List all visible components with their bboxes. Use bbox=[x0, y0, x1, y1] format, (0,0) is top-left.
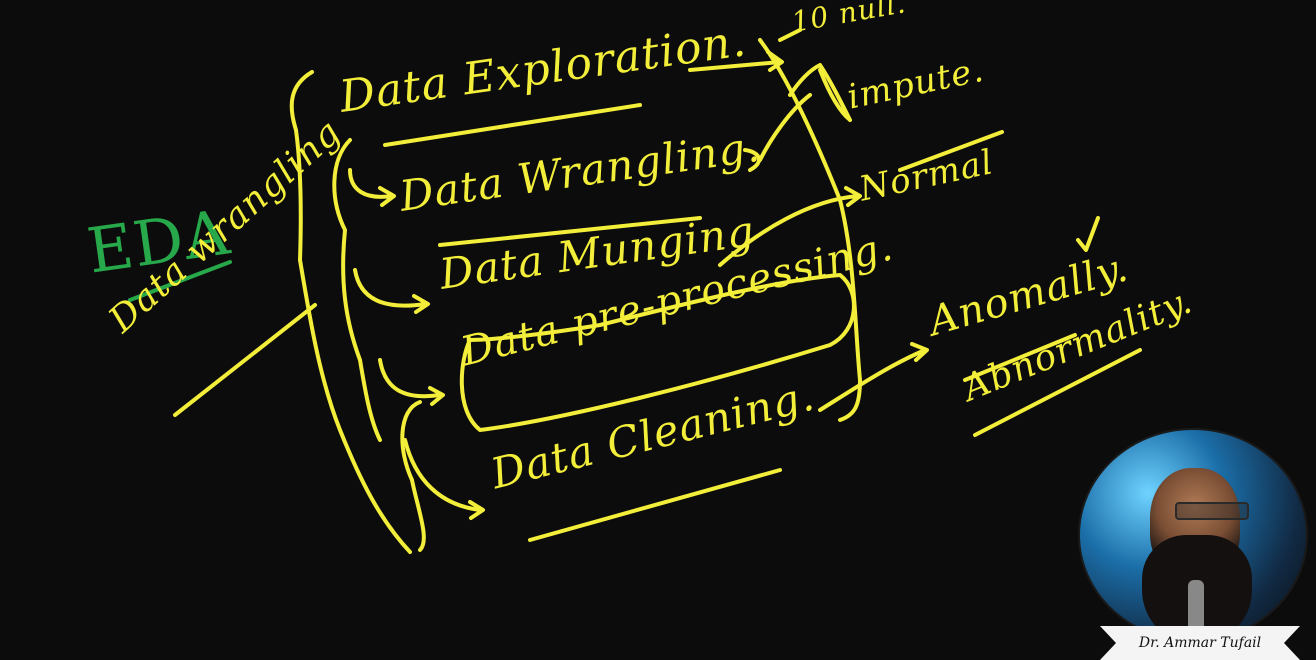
arrow-to-wrangling bbox=[348, 168, 396, 207]
arrow-to-preprocessing bbox=[378, 358, 445, 406]
check-mark bbox=[1076, 216, 1100, 252]
arrow-to-munging bbox=[353, 268, 430, 314]
inner-bracket bbox=[332, 138, 382, 442]
presenter-glasses bbox=[1175, 502, 1249, 520]
root-underline bbox=[173, 303, 317, 417]
arrow-to-anomally bbox=[818, 342, 929, 412]
presenter-name: Dr. Ammar Tufail bbox=[1138, 635, 1262, 651]
webcam-overlay bbox=[1080, 430, 1306, 640]
